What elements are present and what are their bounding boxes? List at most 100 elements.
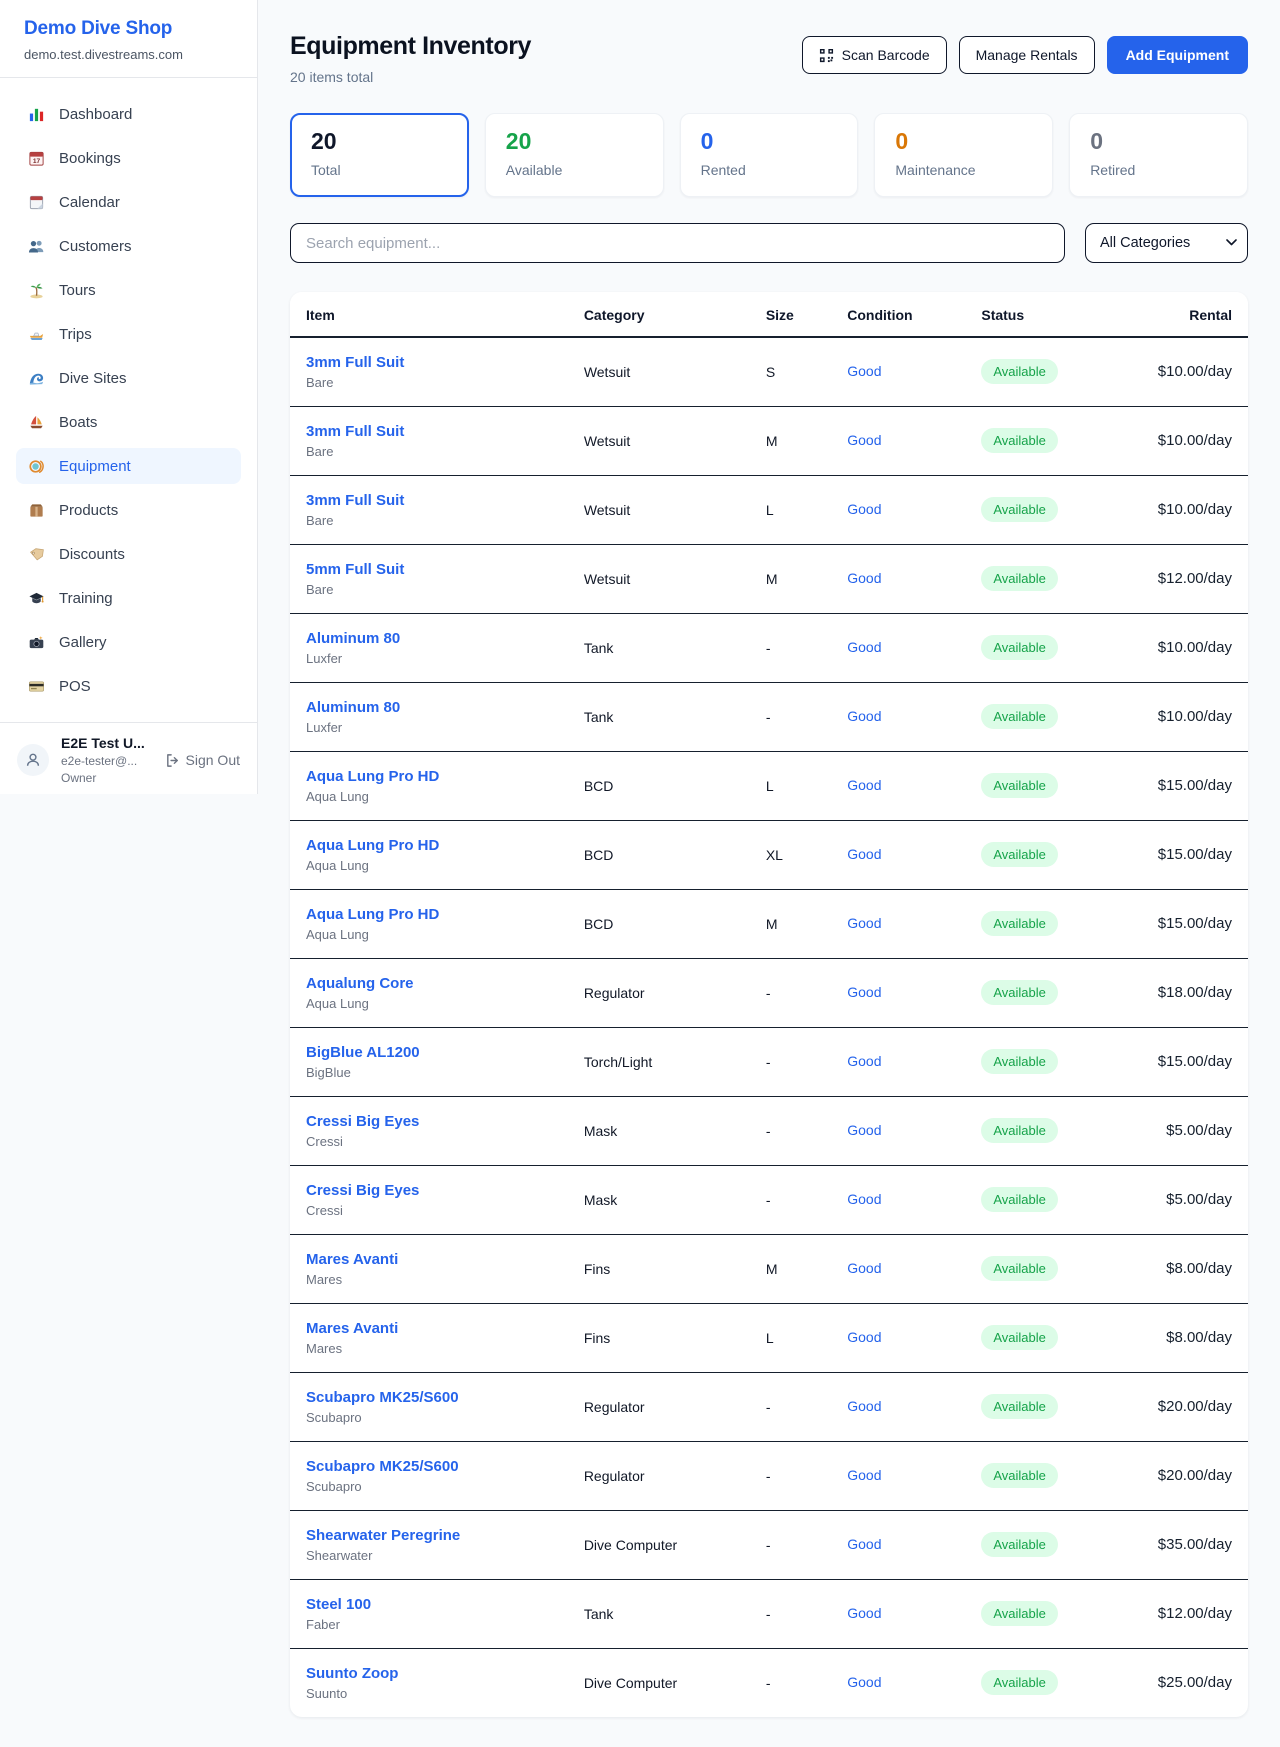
item-condition-link[interactable]: Good [847, 1122, 881, 1138]
item-name-link[interactable]: Cressi Big Eyes [306, 1113, 552, 1130]
stat-card-available[interactable]: 20 Available [485, 113, 664, 197]
sidebar-item-calendar[interactable]: Calendar [16, 184, 241, 220]
stat-card-rented[interactable]: 0 Rented [680, 113, 859, 197]
item-name-link[interactable]: 3mm Full Suit [306, 423, 552, 440]
avatar [17, 744, 49, 776]
item-name-link[interactable]: Shearwater Peregrine [306, 1527, 552, 1544]
sidebar-item-trips[interactable]: Trips [16, 316, 241, 352]
item-condition-link[interactable]: Good [847, 639, 881, 655]
item-rental-rate: $10.00/day [1133, 406, 1248, 475]
search-input[interactable] [290, 223, 1065, 263]
calendar-icon [26, 192, 46, 212]
item-name-link[interactable]: BigBlue AL1200 [306, 1044, 552, 1061]
item-condition-link[interactable]: Good [847, 363, 881, 379]
item-name-link[interactable]: Scubapro MK25/S600 [306, 1389, 552, 1406]
item-category: Fins [568, 1234, 750, 1303]
sidebar-item-equipment[interactable]: Equipment [16, 448, 241, 484]
item-brand: BigBlue [306, 1065, 552, 1080]
tag-icon [26, 544, 46, 564]
item-name-link[interactable]: Steel 100 [306, 1596, 552, 1613]
category-select[interactable]: All Categories [1085, 223, 1248, 263]
item-condition-link[interactable]: Good [847, 708, 881, 724]
sidebar-item-label: Products [59, 502, 118, 519]
item-condition-link[interactable]: Good [847, 915, 881, 931]
item-name-link[interactable]: Mares Avanti [306, 1320, 552, 1337]
item-condition-link[interactable]: Good [847, 1536, 881, 1552]
item-name-link[interactable]: Aqua Lung Pro HD [306, 837, 552, 854]
palm-tree-icon [26, 280, 46, 300]
item-category: Wetsuit [568, 337, 750, 406]
item-size: S [750, 337, 831, 406]
col-header-condition: Condition [831, 292, 965, 337]
item-name-link[interactable]: Aqua Lung Pro HD [306, 906, 552, 923]
item-category: Regulator [568, 958, 750, 1027]
item-condition-link[interactable]: Good [847, 501, 881, 517]
item-condition-link[interactable]: Good [847, 432, 881, 448]
item-size: XL [750, 820, 831, 889]
item-brand: Mares [306, 1272, 552, 1287]
item-name-link[interactable]: Aqua Lung Pro HD [306, 768, 552, 785]
item-size: M [750, 406, 831, 475]
sidebar-item-bookings[interactable]: 17 Bookings [16, 140, 241, 176]
item-rental-rate: $5.00/day [1133, 1096, 1248, 1165]
item-name-link[interactable]: Cressi Big Eyes [306, 1182, 552, 1199]
manage-rentals-button[interactable]: Manage Rentals [959, 36, 1095, 74]
status-badge: Available [981, 842, 1058, 867]
sidebar-item-label: Tours [59, 282, 96, 299]
sidebar-item-products[interactable]: Products [16, 492, 241, 528]
item-size: - [750, 1579, 831, 1648]
item-name-link[interactable]: 3mm Full Suit [306, 492, 552, 509]
add-equipment-button[interactable]: Add Equipment [1107, 36, 1248, 74]
sidebar-item-tours[interactable]: Tours [16, 272, 241, 308]
sidebar-item-training[interactable]: Training [16, 580, 241, 616]
item-name-link[interactable]: 3mm Full Suit [306, 354, 552, 371]
sidebar-item-label: Dashboard [59, 106, 132, 123]
item-condition-link[interactable]: Good [847, 1260, 881, 1276]
sidebar-item-dashboard[interactable]: Dashboard [16, 96, 241, 132]
item-name-link[interactable]: Mares Avanti [306, 1251, 552, 1268]
stat-card-maintenance[interactable]: 0 Maintenance [874, 113, 1053, 197]
sidebar-item-gallery[interactable]: Gallery [16, 624, 241, 660]
sign-out-icon [165, 753, 180, 768]
sidebar-item-discounts[interactable]: Discounts [16, 536, 241, 572]
item-name-link[interactable]: Suunto Zoop [306, 1665, 552, 1682]
item-name-link[interactable]: Aluminum 80 [306, 699, 552, 716]
item-name-link[interactable]: Aluminum 80 [306, 630, 552, 647]
item-condition-link[interactable]: Good [847, 1053, 881, 1069]
barcode-scan-icon [819, 48, 834, 63]
item-rental-rate: $15.00/day [1133, 820, 1248, 889]
credit-card-icon [26, 676, 46, 696]
sidebar-item-boats[interactable]: Boats [16, 404, 241, 440]
item-category: BCD [568, 889, 750, 958]
item-condition-link[interactable]: Good [847, 846, 881, 862]
item-condition-link[interactable]: Good [847, 1605, 881, 1621]
sidebar-item-pos[interactable]: POS [16, 668, 241, 704]
header-actions: Scan Barcode Manage Rentals Add Equipmen… [802, 36, 1248, 74]
item-name-link[interactable]: Aqualung Core [306, 975, 552, 992]
item-condition-link[interactable]: Good [847, 1674, 881, 1690]
sidebar-item-customers[interactable]: Customers [16, 228, 241, 264]
item-condition-link[interactable]: Good [847, 984, 881, 1000]
item-condition-link[interactable]: Good [847, 1329, 881, 1345]
item-condition-link[interactable]: Good [847, 1398, 881, 1414]
sidebar-item-label: POS [59, 678, 91, 695]
item-name-link[interactable]: Scubapro MK25/S600 [306, 1458, 552, 1475]
table-row: Steel 100 Faber Tank - Good Available $1… [290, 1579, 1248, 1648]
item-condition-link[interactable]: Good [847, 570, 881, 586]
item-condition-link[interactable]: Good [847, 1467, 881, 1483]
table-row: Aluminum 80 Luxfer Tank - Good Available… [290, 613, 1248, 682]
sign-out-button[interactable]: Sign Out [165, 752, 240, 768]
item-condition-link[interactable]: Good [847, 1191, 881, 1207]
item-condition-link[interactable]: Good [847, 777, 881, 793]
stat-card-total[interactable]: 20 Total [290, 113, 469, 197]
user-info: E2E Test U... e2e-tester@... Owner [61, 735, 145, 785]
table-row: Aqualung Core Aqua Lung Regulator - Good… [290, 958, 1248, 1027]
items-total-subtitle: 20 items total [290, 69, 531, 85]
stat-card-retired[interactable]: 0 Retired [1069, 113, 1248, 197]
sidebar-item-dive-sites[interactable]: Dive Sites [16, 360, 241, 396]
status-badge: Available [981, 359, 1058, 384]
item-name-link[interactable]: 5mm Full Suit [306, 561, 552, 578]
scan-barcode-button[interactable]: Scan Barcode [802, 36, 947, 74]
page-header: Equipment Inventory 20 items total Scan … [290, 0, 1248, 85]
item-size: - [750, 1096, 831, 1165]
